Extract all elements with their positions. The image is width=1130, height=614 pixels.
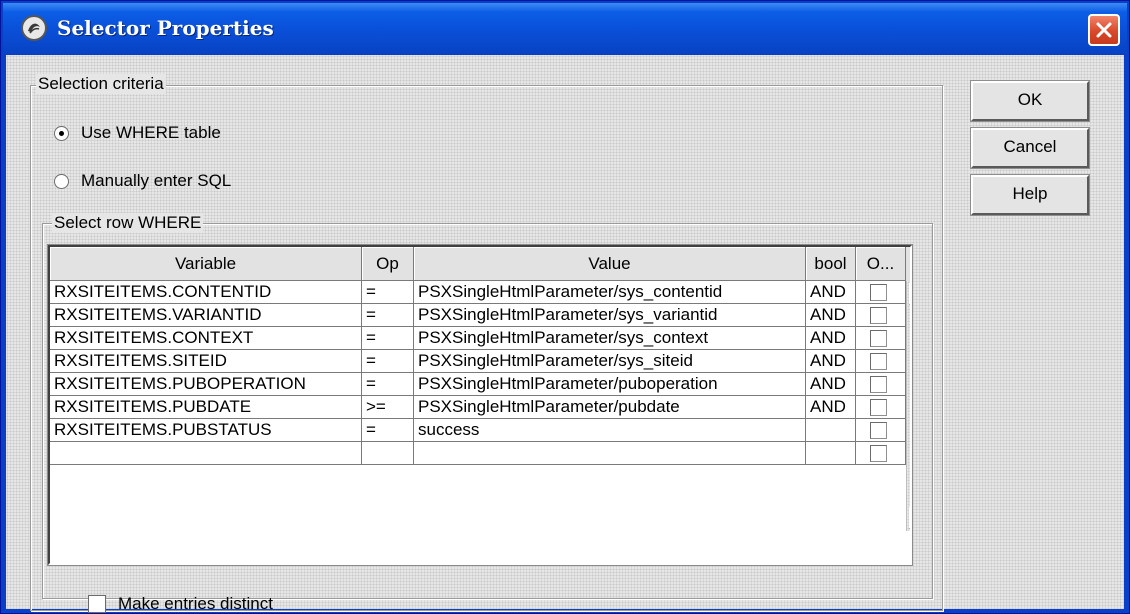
cell-op[interactable]: =: [362, 373, 414, 396]
table-row[interactable]: RXSITEITEMS.SITEID = PSXSingleHtmlParamete…: [50, 350, 906, 373]
column-header-value[interactable]: Value: [414, 247, 806, 281]
cell-value[interactable]: [414, 442, 806, 465]
ok-button[interactable]: OK: [970, 80, 1090, 122]
vertical-scrollbar[interactable]: [906, 281, 910, 531]
cell-variable[interactable]: RXSITEITEMS.PUBDATE: [50, 396, 362, 419]
cell-bool[interactable]: [806, 419, 856, 442]
cell-op[interactable]: [362, 442, 414, 465]
make-entries-distinct-label: Make entries distinct: [118, 594, 273, 613]
cell-o: [856, 442, 906, 465]
cell-o: [856, 396, 906, 419]
window-title: Selector Properties: [57, 16, 274, 40]
row-checkbox[interactable]: [870, 399, 887, 416]
make-entries-distinct-checkbox[interactable]: Make entries distinct: [88, 594, 273, 614]
column-header-o[interactable]: O...: [856, 247, 906, 281]
select-row-where-legend: Select row WHERE: [52, 213, 204, 233]
selector-properties-dialog: Selector Properties Selection criteria U…: [0, 0, 1130, 614]
row-checkbox[interactable]: [870, 376, 887, 393]
table-row[interactable]: RXSITEITEMS.CONTENTID = PSXSingleHtmlParam…: [50, 281, 906, 304]
cell-value[interactable]: success: [414, 419, 806, 442]
cell-op[interactable]: >=: [362, 396, 414, 419]
cell-bool[interactable]: AND: [806, 350, 856, 373]
scroll-up-button[interactable]: [909, 283, 910, 305]
cell-bool[interactable]: AND: [806, 396, 856, 419]
app-logo-icon: [21, 15, 47, 41]
cell-value[interactable]: PSXSingleHtmlParameter/pubdate: [414, 396, 806, 419]
use-where-table-radio[interactable]: Use WHERE table: [54, 121, 221, 145]
cancel-button[interactable]: Cancel: [970, 127, 1090, 169]
manually-enter-sql-label: Manually enter SQL: [81, 171, 232, 190]
cell-bool[interactable]: AND: [806, 304, 856, 327]
checkbox-indicator[interactable]: [88, 595, 106, 613]
cell-variable[interactable]: RXSITEITEMS.CONTEXT: [50, 327, 362, 350]
column-header-variable[interactable]: Variable: [50, 247, 362, 281]
cell-op[interactable]: =: [362, 304, 414, 327]
cell-variable[interactable]: RXSITEITEMS.PUBSTATUS: [50, 419, 362, 442]
row-checkbox[interactable]: [870, 422, 887, 439]
cell-o: [856, 304, 906, 327]
cell-variable[interactable]: RXSITEITEMS.SITEID: [50, 350, 362, 373]
cell-o: [856, 281, 906, 304]
cell-value[interactable]: PSXSingleHtmlParameter/puboperation: [414, 373, 806, 396]
scroll-down-button[interactable]: [909, 507, 910, 529]
help-button[interactable]: Help: [970, 174, 1090, 216]
cell-o: [856, 327, 906, 350]
cell-o: [856, 373, 906, 396]
table-row[interactable]: RXSITEITEMS.PUBOPERATION = PSXSingleHtmlPa…: [50, 373, 906, 396]
dialog-body: Selection criteria Use WHERE table Manua…: [6, 55, 1124, 613]
cell-variable[interactable]: RXSITEITEMS.VARIANTID: [50, 304, 362, 327]
selection-criteria-legend: Selection criteria: [36, 74, 166, 94]
use-where-table-label: Use WHERE table: [81, 123, 221, 142]
cell-bool[interactable]: [806, 442, 856, 465]
cell-variable[interactable]: [50, 442, 362, 465]
cell-value[interactable]: PSXSingleHtmlParameter/sys_variantid: [414, 304, 806, 327]
cell-op[interactable]: =: [362, 350, 414, 373]
table-row[interactable]: RXSITEITEMS.PUBDATE >= PSXSingleHtmlParame…: [50, 396, 906, 419]
close-button[interactable]: [1088, 14, 1120, 46]
manually-enter-sql-radio[interactable]: Manually enter SQL: [54, 169, 231, 193]
column-header-op[interactable]: Op: [362, 247, 414, 281]
cell-bool[interactable]: AND: [806, 327, 856, 350]
close-icon: [1096, 22, 1112, 38]
cell-bool[interactable]: AND: [806, 373, 856, 396]
row-checkbox[interactable]: [870, 284, 887, 301]
row-checkbox[interactable]: [870, 445, 887, 462]
cell-o: [856, 350, 906, 373]
cell-value[interactable]: PSXSingleHtmlParameter/sys_context: [414, 327, 806, 350]
table-header: Variable Op Value bool O...: [50, 247, 910, 281]
cell-variable[interactable]: RXSITEITEMS.CONTENTID: [50, 281, 362, 304]
table-row[interactable]: RXSITEITEMS.CONTEXT = PSXSingleHtmlParamet…: [50, 327, 906, 350]
radio-indicator[interactable]: [54, 125, 69, 141]
cell-value[interactable]: PSXSingleHtmlParameter/sys_contentid: [414, 281, 806, 304]
cell-value[interactable]: PSXSingleHtmlParameter/sys_siteid: [414, 350, 806, 373]
table-row[interactable]: RXSITEITEMS.VARIANTID = PSXSingleHtmlParam…: [50, 304, 906, 327]
cell-op[interactable]: =: [362, 419, 414, 442]
cell-bool[interactable]: AND: [806, 281, 856, 304]
cell-o: [856, 419, 906, 442]
radio-indicator[interactable]: [54, 173, 69, 189]
where-table: Variable Op Value bool O... RXSITEITEMS.…: [47, 244, 913, 566]
table-row[interactable]: RXSITEITEMS.PUBSTATUS = success: [50, 419, 906, 442]
cell-op[interactable]: =: [362, 327, 414, 350]
table-row[interactable]: [50, 442, 906, 465]
column-header-bool[interactable]: bool: [806, 247, 856, 281]
row-checkbox[interactable]: [870, 307, 887, 324]
cell-op[interactable]: =: [362, 281, 414, 304]
row-checkbox[interactable]: [870, 353, 887, 370]
cell-variable[interactable]: RXSITEITEMS.PUBOPERATION: [50, 373, 362, 396]
row-checkbox[interactable]: [870, 330, 887, 347]
title-bar[interactable]: Selector Properties: [3, 3, 1127, 53]
